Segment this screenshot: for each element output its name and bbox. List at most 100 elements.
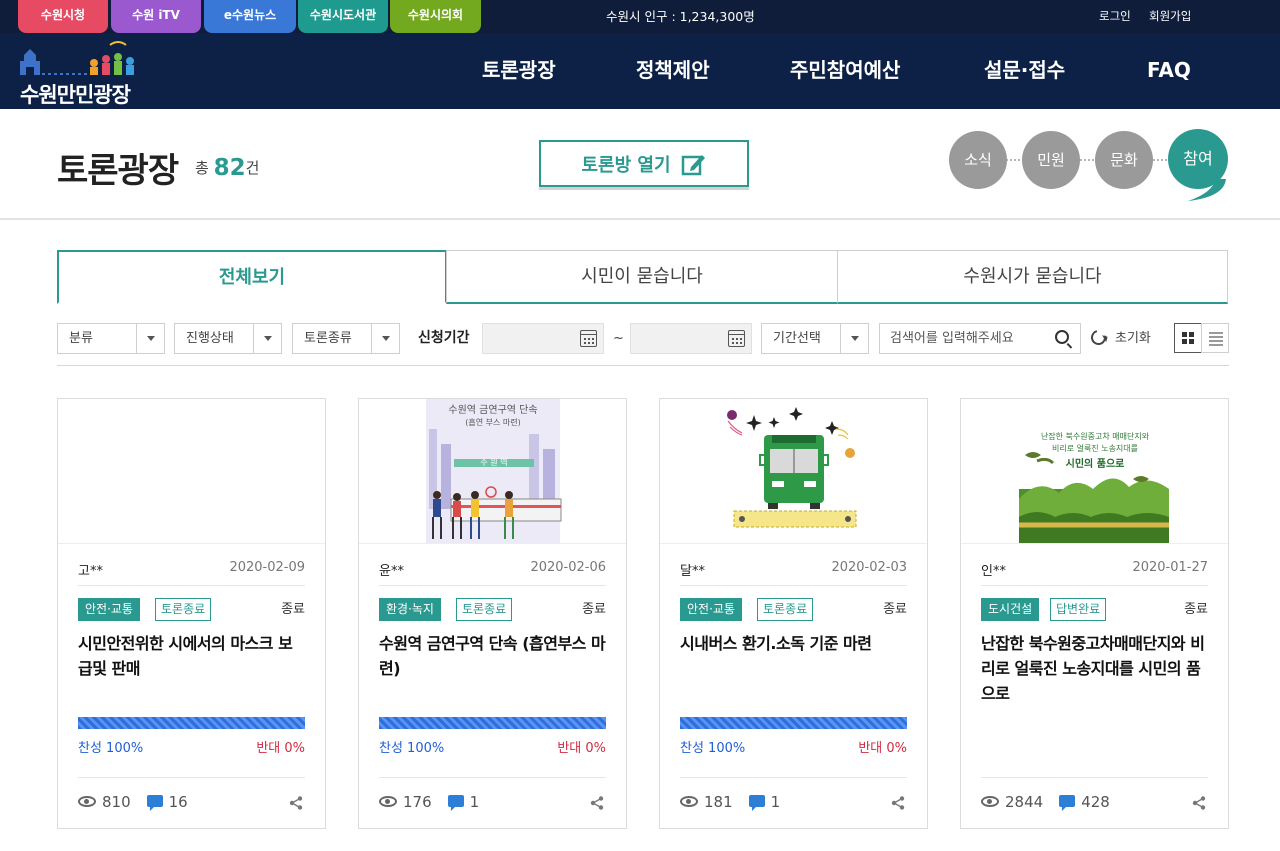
card-title[interactable]: 수원역 금연구역 단속 (흡연부스 마련): [379, 631, 606, 681]
card-stats: 810 16: [78, 793, 188, 811]
gnb-debate[interactable]: 토론광장: [482, 33, 556, 107]
card-stats: 2844 428: [981, 793, 1110, 811]
thumb-subtitle-text: (흡연 부스 마련): [465, 417, 521, 427]
status-text: 종료: [883, 602, 907, 617]
pro-ratio: 찬성 100%: [379, 741, 445, 756]
site-logo[interactable]: 수원만민광장: [18, 39, 148, 107]
gnb-survey[interactable]: 설문·접수: [984, 33, 1065, 107]
progress-select[interactable]: 진행상태: [174, 323, 282, 354]
status-text: 종료: [1184, 602, 1208, 617]
category-badge: 안전·교통: [78, 598, 140, 621]
debate-card[interactable]: 달** 2020-02-03 안전·교통 토론종료 종료 시내버스 환기.소독 …: [659, 398, 928, 829]
search-icon[interactable]: [1055, 330, 1069, 344]
category-badge: 환경·녹지: [379, 598, 441, 621]
population-text: 수원시 인구 : 1,234,300명: [606, 9, 755, 24]
card-stats: 181 1: [680, 793, 780, 811]
site-link-council[interactable]: 수원시의회: [390, 0, 481, 33]
site-link-itv[interactable]: 수원 iTV: [111, 0, 201, 33]
tab-citizen-asks[interactable]: 시민이 묻습니다: [446, 250, 838, 304]
grid-icon: [1182, 332, 1187, 337]
eye-icon: [379, 796, 397, 807]
debate-card[interactable]: 고** 2020-02-09 안전·교통 토론종료 종료 시민안전위한 시에서의…: [57, 398, 326, 829]
category-select[interactable]: 분류: [57, 323, 165, 354]
logo-text: 수원만민광장: [20, 83, 131, 107]
card-date: 2020-02-09: [229, 560, 305, 575]
site-link-news[interactable]: e수원뉴스: [204, 0, 296, 33]
con-ratio: 반대 0%: [557, 741, 606, 756]
view-count: 176: [403, 793, 432, 811]
state-badge: 토론종료: [456, 598, 513, 621]
gnb-faq[interactable]: FAQ: [1147, 33, 1191, 107]
quick-news[interactable]: 소식: [949, 131, 1007, 189]
vote-bar: [379, 717, 606, 729]
refresh-icon: [1088, 327, 1109, 348]
search-input[interactable]: [880, 324, 1046, 353]
count-prefix: 총: [195, 159, 209, 177]
category-select-value: 분류: [69, 331, 93, 346]
gnb-budget[interactable]: 주민참여예산: [790, 33, 900, 107]
share-icon[interactable]: [289, 796, 303, 810]
chevron-down-icon: [136, 324, 164, 353]
utility-bar: 수원시청 수원 iTV e수원뉴스 수원시도서관 수원시의회 수원시 인구 : …: [0, 0, 1280, 33]
gnb-policy[interactable]: 정책제안: [636, 33, 710, 107]
debate-card[interactable]: 수원역 금연구역 단속 (흡연 부스 마련) 수 원 역 윤** 2020-02…: [358, 398, 627, 829]
comment-icon: [748, 795, 765, 811]
date-range-separator: ~: [613, 331, 624, 346]
share-icon[interactable]: [1192, 796, 1206, 810]
card-thumbnail: [660, 399, 927, 544]
reset-button[interactable]: 초기화: [1088, 323, 1151, 354]
card-title[interactable]: 난잡한 북수원중고차매매단지와 비리로 얼룩진 노송지대를 시민의 품으로: [981, 631, 1208, 706]
view-count: 2844: [1005, 793, 1044, 811]
reset-label: 초기화: [1115, 331, 1151, 346]
quick-culture[interactable]: 문화: [1095, 131, 1153, 189]
tab-all[interactable]: 전체보기: [57, 250, 447, 304]
category-tabs: 전체보기 시민이 묻습니다 수원시가 묻습니다: [57, 250, 1228, 304]
list-view-button[interactable]: [1201, 323, 1229, 353]
status-text: 종료: [582, 602, 606, 617]
status-text: 종료: [281, 602, 305, 617]
tab-city-asks[interactable]: 수원시가 묻습니다: [837, 250, 1228, 304]
share-icon[interactable]: [891, 796, 905, 810]
period-select[interactable]: 기간선택: [761, 323, 869, 354]
open-debate-button[interactable]: 토론방 열기: [539, 140, 749, 187]
view-count: 181: [704, 793, 733, 811]
count-number: 82: [213, 155, 246, 181]
site-link-city-hall[interactable]: 수원시청: [18, 0, 108, 33]
period-label: 신청기간: [418, 330, 470, 346]
pro-ratio: 찬성 100%: [78, 741, 144, 756]
page-title: 토론광장: [57, 151, 179, 191]
calendar-icon[interactable]: [728, 330, 745, 347]
share-icon[interactable]: [590, 796, 604, 810]
end-date-input[interactable]: [630, 323, 752, 354]
total-count: 총 82건: [195, 155, 259, 181]
title-area: 토론광장 총 82건 토론방 열기 소식 민원 문화 참여: [0, 109, 1280, 220]
card-date: 2020-02-03: [831, 560, 907, 575]
calendar-icon[interactable]: [580, 330, 597, 347]
card-title[interactable]: 시내버스 환기.소독 기준 마련: [680, 631, 907, 656]
grid-view-button[interactable]: [1174, 323, 1202, 353]
site-link-library[interactable]: 수원시도서관: [298, 0, 388, 33]
join-link[interactable]: 회원가입: [1149, 0, 1191, 33]
comment-icon: [447, 795, 464, 811]
vote-bar: [78, 717, 305, 729]
edit-icon: [681, 154, 705, 175]
card-author: 인**: [981, 564, 1006, 579]
thumb-line3-text: 시민의 품으로: [1066, 457, 1125, 470]
card-thumbnail: 수원역 금연구역 단속 (흡연 부스 마련) 수 원 역: [359, 399, 626, 544]
comment-icon: [1059, 795, 1076, 811]
card-title[interactable]: 시민안전위한 시에서의 마스크 보급및 판매: [78, 631, 305, 681]
list-icon: [1209, 332, 1223, 334]
comment-count: 1: [469, 793, 480, 811]
filter-bar: 분류 진행상태 토론종류 신청기간 ~ 기간선택 초기화: [57, 323, 1229, 366]
open-debate-label: 토론방 열기: [581, 154, 671, 176]
login-link[interactable]: 로그인: [1099, 0, 1131, 33]
con-ratio: 반대 0%: [256, 741, 305, 756]
quick-civil[interactable]: 민원: [1022, 131, 1080, 189]
comment-icon: [146, 795, 163, 811]
debate-card[interactable]: 난잡한 북수원중고차 매매단지와 비리로 얼룩진 노송지대를 시민의 품으로 인…: [960, 398, 1229, 829]
type-select[interactable]: 토론종류: [292, 323, 400, 354]
eye-icon: [78, 796, 96, 807]
comment-count: 428: [1081, 793, 1110, 811]
start-date-input[interactable]: [482, 323, 604, 354]
card-date: 2020-02-06: [530, 560, 606, 575]
